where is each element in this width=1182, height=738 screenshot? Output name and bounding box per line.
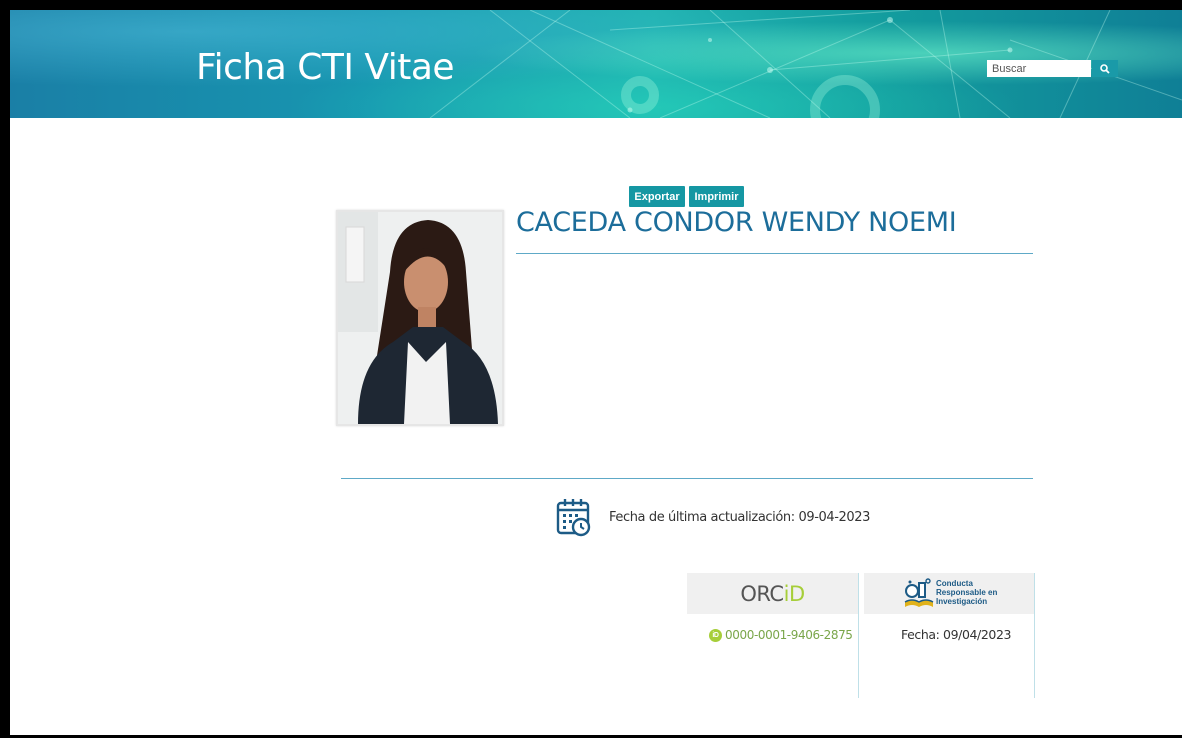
print-button[interactable]: Imprimir — [689, 186, 744, 207]
card-divider — [858, 573, 859, 698]
cri-label-line2: Responsable en — [936, 588, 998, 597]
section-divider — [341, 478, 1033, 479]
orcid-logo: ORCiD — [740, 581, 806, 606]
search-input[interactable] — [987, 60, 1091, 77]
calendar-clock-icon — [556, 499, 591, 537]
orcid-id-link[interactable]: iD 0000-0001-9406-2875 — [709, 628, 853, 642]
profile-photo — [336, 210, 504, 426]
cri-label-line3: Investigación — [936, 597, 988, 606]
person-name: CACEDA CONDOR WENDY NOEMI — [516, 207, 957, 238]
orcid-id-value: 0000-0001-9406-2875 — [725, 628, 853, 642]
orcid-logo-id: iD — [783, 581, 806, 606]
research-flask-icon — [904, 578, 934, 607]
orcid-card-header: ORCiD — [687, 573, 858, 614]
orcid-logo-text: ORC — [740, 581, 784, 606]
site-title: Ficha CTI Vitae — [196, 47, 455, 88]
profile-photo-image — [338, 212, 502, 424]
search-icon — [1100, 63, 1110, 74]
card-divider-right — [1034, 573, 1035, 698]
cri-label-line1: Conducta — [936, 579, 973, 588]
last-update-text: Fecha de última actualización: 09-04-202… — [609, 510, 870, 525]
orcid-icon: iD — [709, 628, 722, 642]
cri-card-header: Conducta Responsable en Investigación — [864, 573, 1034, 614]
header-banner: Ficha CTI Vitae — [10, 10, 1182, 118]
cri-label: Conducta Responsable en Investigación — [936, 579, 1016, 606]
name-divider — [516, 253, 1033, 254]
window-frame-left — [0, 0, 10, 738]
export-button[interactable]: Exportar — [629, 186, 685, 207]
cri-date: Fecha: 09/04/2023 — [901, 627, 1012, 642]
window-frame-top — [0, 0, 1182, 10]
search-button[interactable] — [1092, 60, 1118, 77]
